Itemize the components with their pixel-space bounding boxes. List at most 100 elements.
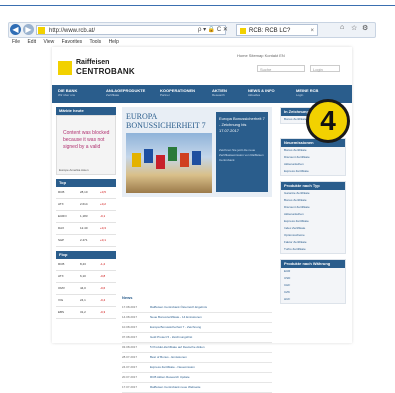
news-item[interactable]: 17.08.2017 Raiffeisen Centrobank Österrei… [122,303,272,313]
item-value: 6,10 [80,274,86,278]
nav-item-bank[interactable]: DIE BANK Wir über uns [58,88,77,97]
sidebar-link[interactable]: CHF [281,282,345,289]
nav-item-meine-rcb[interactable]: MEINE RCB Login [296,88,318,97]
logo-text-line2[interactable]: CENTROBANK [76,67,135,76]
hero-info-box[interactable]: Europa Bonussicherheit 7 - Zeichnung bis… [216,112,268,192]
flag-icon [180,153,189,167]
list-item[interactable]: ATX 2.614 +0,2 [56,199,116,211]
item-change: -0,8 [100,274,106,278]
list-item[interactable]: EBS 31,2 -0,3 [56,307,116,319]
news-item[interactable]: 10.08.2017 Europa Bonussicherheit 7 - Zei… [122,323,272,333]
sidebar-link[interactable]: Express Zertifikate [281,168,345,175]
sidebar-link[interactable]: USD [281,275,345,282]
tab-close-icon[interactable]: × [310,25,314,37]
menu-file[interactable]: File [12,39,20,45]
news-title: News [122,295,133,300]
sidebar-link[interactable]: Bonus Zertifikate [281,147,345,154]
sidebar-link[interactable]: Turbo Zertifikate [281,246,345,253]
favorites-star-icon[interactable]: ☆ [351,24,357,32]
nav-item-news[interactable]: NEWS & INFO Aktuelles [248,88,275,97]
forward-button[interactable]: ▶ [23,24,34,35]
item-change: -0,6 [100,286,106,290]
item-name: ATX [58,274,64,278]
home-icon[interactable]: ⌂ [340,24,344,31]
top-panel-title: Top [56,179,116,187]
menu-view[interactable]: View [43,39,54,45]
sidebar-link[interactable]: Discount Zertifikate [281,154,345,161]
flag-icon [168,147,177,161]
markets-panel-title: Märkte heute [56,107,116,115]
flag-icon [156,155,165,169]
list-item[interactable]: VIG 24,1 -0,4 [56,295,116,307]
item-value: 2.614 [80,202,88,206]
menu-bar: File Edit View Favorites Tools Help [12,39,125,45]
news-headline: Express Zertifikate - Neuemission [150,365,195,369]
nav-item-kooperationen[interactable]: KOOPERATIONEN Partner [160,88,195,97]
logo-text-line1[interactable]: Raiffeisen [76,59,109,66]
menu-tools[interactable]: Tools [89,39,101,45]
list-item[interactable]: EURO 1,183 -0,1 [56,211,116,223]
address-bar-tools[interactable]: ρ ▾ 🔒 C ✕ [198,25,228,35]
window-top-edge [0,0,395,6]
nav-item-anlageprodukte[interactable]: ANLAGEPRODUKTE Zertifikate [106,88,145,97]
sidebar-link[interactable]: Bonus Zertifikate [281,197,345,204]
hero-title-line1: EUROPA [126,112,158,121]
news-date: 07.08.2017 [122,335,138,339]
site-header: Raiffeisen CENTROBANK Home Sitemap Konta… [52,47,352,85]
sidebar-link[interactable]: Aktienanleihen [281,161,345,168]
news-date: 24.07.2017 [122,365,138,369]
list-item[interactable]: ATX 6,10 -0,8 [56,271,116,283]
item-value: 31,2 [80,310,86,314]
header-links[interactable]: Home Sitemap Kontakt EN [237,53,285,58]
item-name: OMV [58,286,65,290]
list-item[interactable]: DAX 12.40 +0,3 [56,223,116,235]
nav-sub: Research [212,93,225,97]
news-date: 10.08.2017 [122,325,138,329]
sidebar-link[interactable]: HUF [281,296,345,303]
sidebar-link[interactable]: EUR [281,268,345,275]
list-item[interactable]: OMV 44,0 -0,6 [56,283,116,295]
news-item[interactable]: 17.07.2017 Raiffeisen Centrobank neue Web… [122,383,272,393]
news-headline: Raiffeisen Centrobank neue Webseite [150,385,201,389]
news-item[interactable]: 07.08.2017 Gold Protect 5 - Zeichnungsfri… [122,333,272,343]
sidebar-link[interactable]: Faktor Zertifikate [281,239,345,246]
news-item[interactable]: 20.07.2017 RCB Aktien Research Update [122,373,272,383]
gear-icon[interactable]: ⚙ [362,24,368,32]
region-tabs[interactable]: Europe Amerika Asien [59,168,89,172]
news-item[interactable]: 24.07.2017 Express Zertifikate - Neuemiss… [122,363,272,373]
sidebar-link[interactable]: Express Zertifikate [281,218,345,225]
news-headline: Raiffeisen Centrobank Österreich Ergebni… [150,305,207,309]
hero-banner[interactable]: EUROPA BONUSSICHERHEIT 7 Europa Bonussic… [122,107,272,197]
sidebar-link[interactable]: Optionsscheine [281,232,345,239]
sidebar-link[interactable]: Aktienanleihen [281,211,345,218]
login-field[interactable]: Login [310,65,340,72]
nav-item-aktien[interactable]: AKTIEN Research [212,88,227,97]
sidebar-link[interactable]: CZK [281,289,345,296]
blocked-content-message: Content was blocked because it was not s… [63,130,110,150]
menu-help[interactable]: Help [109,39,119,45]
item-name: EBS [58,310,65,314]
blocked-content-box: Content was blocked because it was not s… [56,115,116,175]
news-item[interactable]: 14.08.2017 Neue Bonuszertifikate - 14 Emi… [122,313,272,323]
item-change: +0,3 [100,226,106,230]
raiffeisen-logo-icon[interactable] [58,61,72,75]
list-item[interactable]: S&P 2.471 +0,1 [56,235,116,247]
nav-sub: Wir über uns [58,93,76,97]
back-button[interactable]: ◀ [10,24,21,35]
item-name: S&P [58,238,65,242]
menu-favorites[interactable]: Favorites [62,39,83,45]
sidebar-link[interactable]: Discount Zertifikate [281,204,345,211]
browser-tab[interactable]: RCB: RCB LC? × [236,24,318,36]
sidebar-link[interactable]: Garantie Zertifikate [281,190,345,197]
news-item[interactable]: 28.07.2017 Best of Bonus - Emissionen [122,353,272,363]
news-date: 03.08.2017 [122,345,138,349]
site-search-input[interactable]: Suche [257,65,305,72]
list-item[interactable]: RCB 8,43 -1,2 [56,259,116,271]
nav-sub: Partner [160,93,170,97]
top-list: RCB 28,10 +0,5 ATX 2.614 +0,2 EURO 1,183 -0,1 … [56,187,116,247]
list-item[interactable]: RCB 28,10 +0,5 [56,187,116,199]
news-item[interactable]: 03.08.2017 5 Produkt-Zertifikate auf Deut… [122,343,272,353]
news-headline: RCB Aktien Research Update [150,375,190,379]
sidebar-link[interactable]: Index Zertifikate [281,225,345,232]
menu-edit[interactable]: Edit [27,39,36,45]
